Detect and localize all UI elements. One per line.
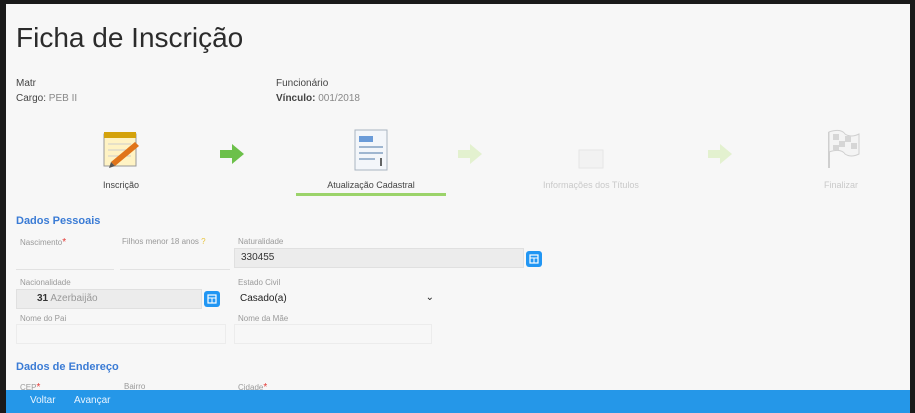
cargo-label: Cargo: (16, 93, 47, 104)
naturalidade-input[interactable]: 330455 (234, 248, 524, 268)
avancar-button[interactable]: Avançar (74, 395, 111, 406)
nacionalidade-input[interactable]: 31 Azerbaijão (16, 289, 202, 309)
employee-info-left: Matr Cargo: PEB II (16, 76, 77, 106)
nome-pai-input[interactable] (16, 324, 226, 344)
nacionalidade-lookup-button[interactable] (204, 291, 220, 307)
step-inscricao[interactable]: Inscrição (46, 122, 196, 190)
step-label: Atualização Cadastral (327, 180, 415, 190)
step-label: Finalizar (823, 180, 858, 190)
vinculo-line: Vínculo: 001/2018 (276, 91, 360, 106)
vinculo-value: 001/2018 (318, 93, 360, 104)
chevron-down-icon: ⌄ (425, 292, 434, 303)
vinculo-label: Vínculo: (276, 93, 316, 104)
nascimento-input[interactable] (16, 250, 114, 270)
cargo-value: PEB II (48, 93, 78, 104)
calendar-icon (207, 294, 217, 304)
wizard-steps: Inscrição Atualização Cadastral Informaç… (6, 122, 910, 202)
step-atualizacao-cadastral[interactable]: Atualização Cadastral (296, 122, 446, 190)
documents-icon (578, 149, 604, 169)
step-finalizar[interactable]: Finalizar (766, 122, 910, 190)
employee-info-right: Funcionário Vínculo: 001/2018 (276, 76, 360, 106)
active-step-indicator (296, 193, 446, 196)
checkered-flag-icon (828, 129, 860, 168)
filhos-input[interactable] (120, 250, 230, 270)
page-title: Ficha de Inscrição (16, 22, 244, 53)
naturalidade-label: Naturalidade (238, 237, 284, 246)
naturalidade-lookup-button[interactable] (526, 251, 542, 267)
calendar-icon (529, 254, 539, 264)
arrow-right-icon (458, 144, 482, 164)
step-informacoes-titulos[interactable]: Informações dos Títulos (516, 122, 666, 190)
step-label: Inscrição (102, 180, 139, 190)
step-label: Informações dos Títulos (543, 180, 639, 190)
funcionario-label: Funcionário (276, 78, 329, 89)
nome-mae-label: Nome da Mãe (238, 314, 289, 323)
arrow-right-icon (708, 144, 732, 164)
arrow-right-icon (220, 144, 244, 164)
matricula-label: Matr (16, 78, 36, 89)
voltar-button[interactable]: Voltar (30, 395, 56, 406)
estado-civil-select[interactable]: Casado(a) ⌄ (234, 289, 440, 309)
estado-civil-label: Estado Civil (238, 278, 281, 287)
nacionalidade-label: Nacionalidade (20, 278, 71, 287)
section-dados-endereco: Dados de Endereço (16, 361, 119, 373)
registration-page: Ficha de Inscrição Matr Cargo: PEB II Fu… (6, 4, 910, 413)
nome-pai-label: Nome do Pai (20, 314, 67, 323)
filhos-label: Filhos menor 18 anos ? (122, 237, 206, 246)
footer-bar: Voltar Avançar (6, 390, 910, 413)
nome-mae-input[interactable] (234, 324, 432, 344)
nascimento-label: Nascimento* (20, 237, 67, 248)
notepad-pencil-icon (103, 132, 139, 168)
form-document-icon (354, 129, 388, 171)
section-dados-pessoais: Dados Pessoais (16, 215, 101, 227)
help-icon: ? (201, 237, 206, 246)
cargo-line: Cargo: PEB II (16, 91, 77, 106)
